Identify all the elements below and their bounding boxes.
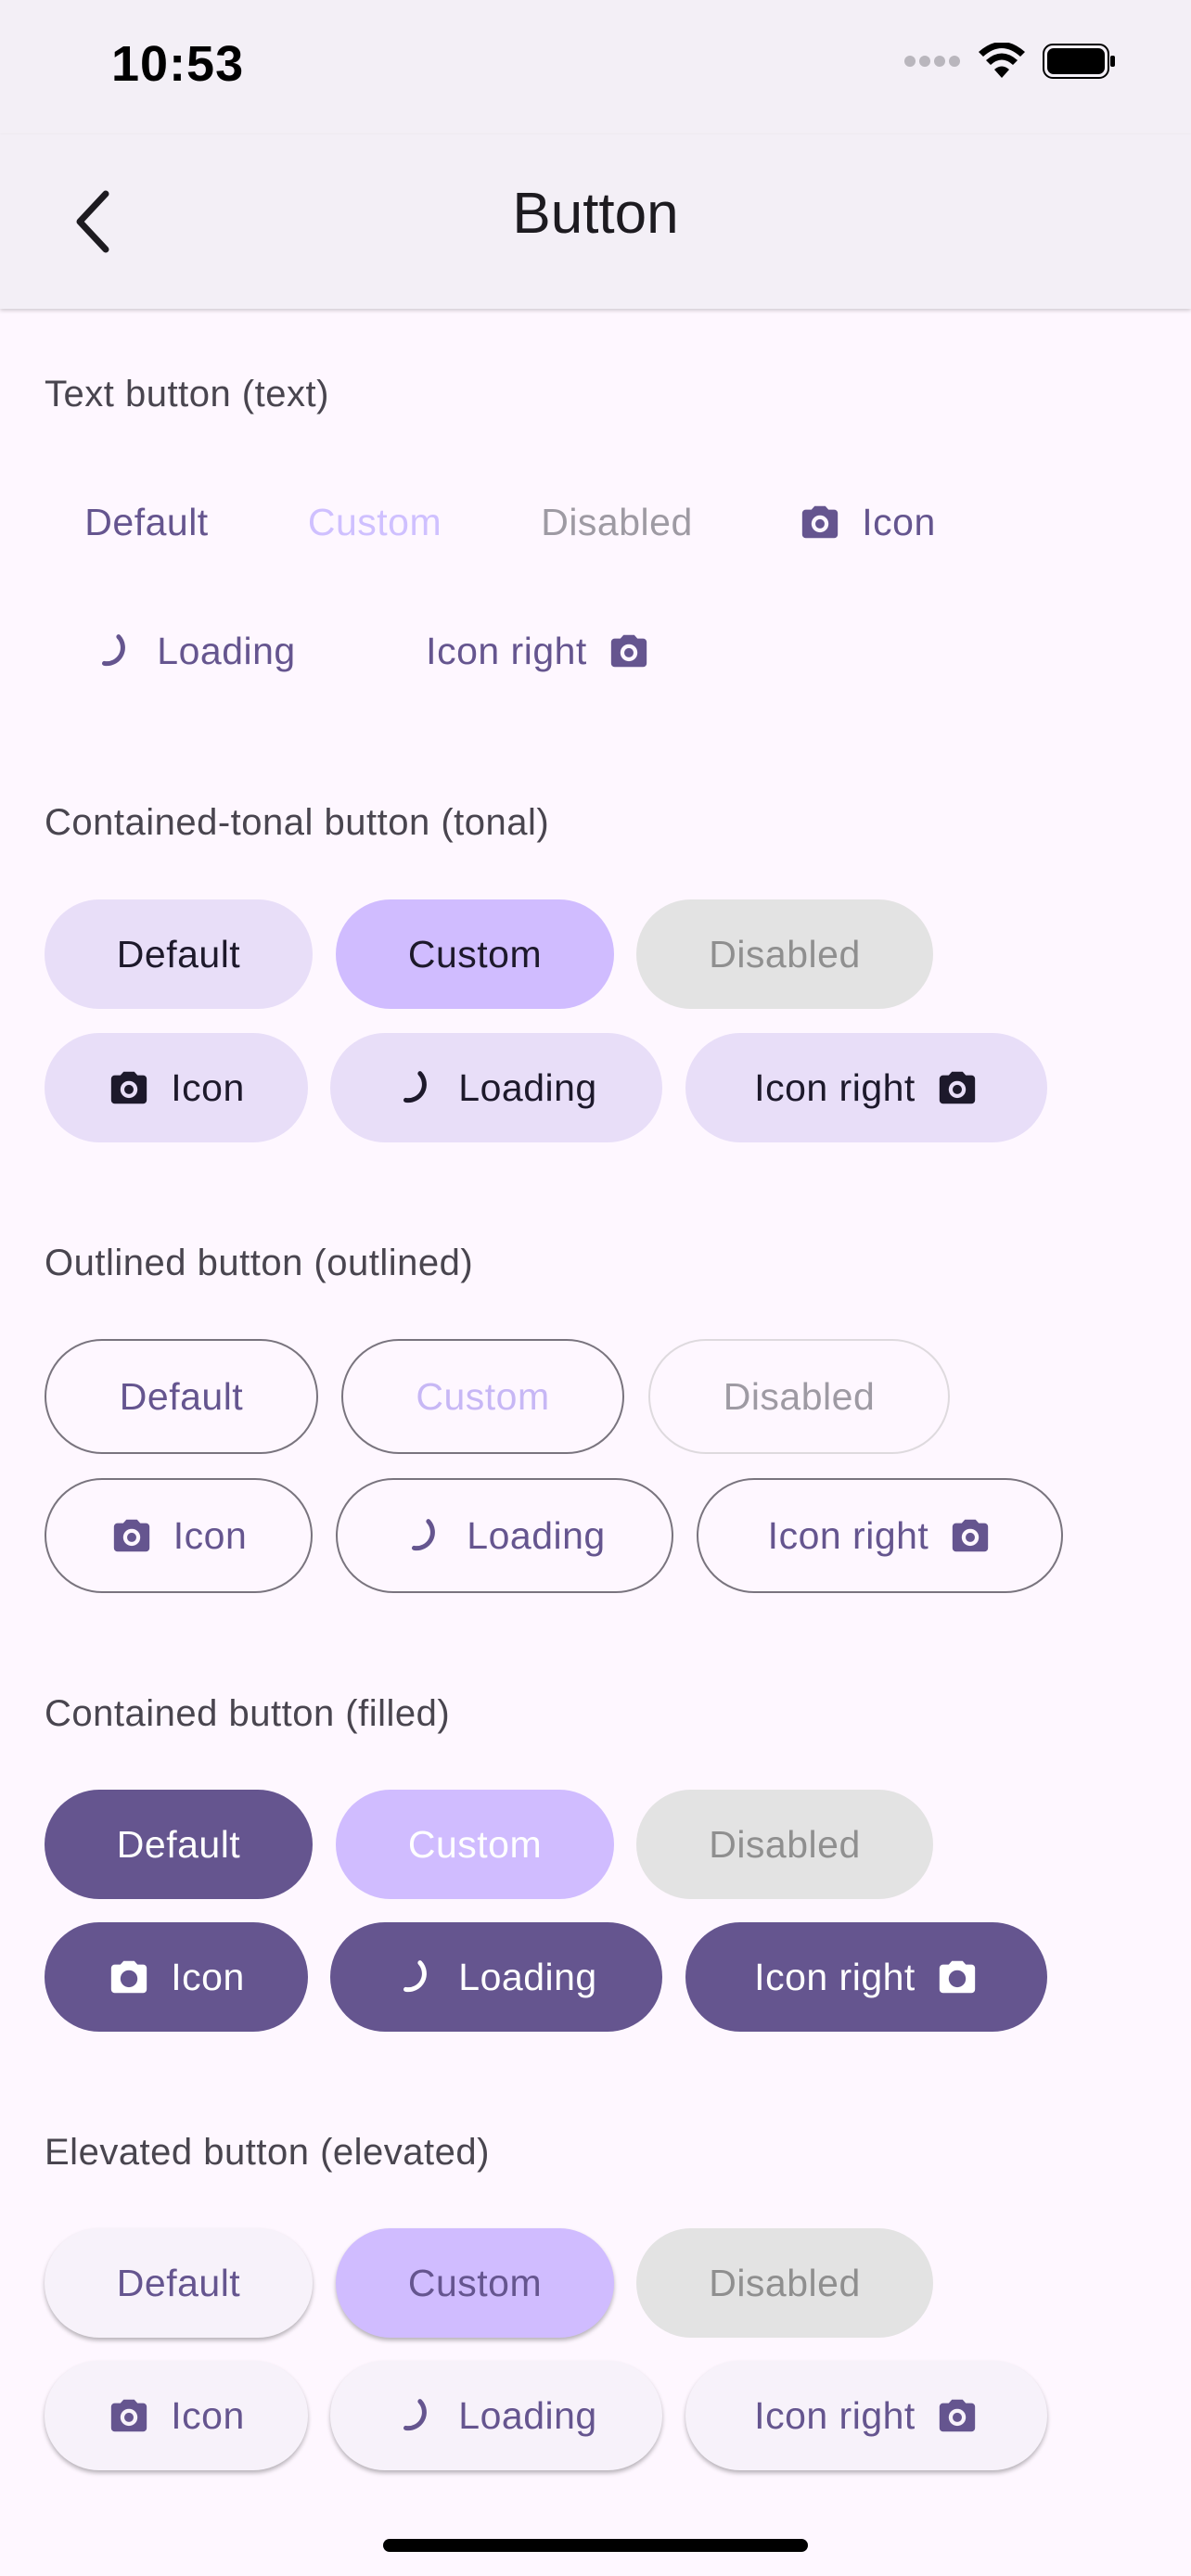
filled-loading-button[interactable]: Loading [330, 1922, 662, 2032]
filled-default-button[interactable]: Default [45, 1790, 313, 1899]
home-indicator[interactable] [383, 2539, 808, 2552]
outlined-icon-button[interactable]: Icon [45, 1478, 313, 1593]
button-label: Disabled [709, 932, 861, 976]
section-title-tonal: Contained-tonal button (tonal) [45, 802, 550, 843]
battery-icon [1043, 44, 1115, 79]
button-label: Default [119, 1374, 244, 1418]
button-label: Icon right [754, 1955, 916, 1998]
filled-custom-button[interactable]: Custom [336, 1790, 614, 1899]
button-label: Icon right [754, 2393, 916, 2437]
app-bar: Button [0, 134, 1191, 309]
text-loading-button[interactable]: Loading [65, 605, 325, 697]
text-default-button[interactable]: Default [45, 476, 249, 568]
button-label: Custom [407, 1822, 543, 1866]
camera-icon [111, 1071, 147, 1104]
status-bar: 10:53 [0, 0, 1191, 134]
button-label: Icon right [426, 629, 587, 672]
outlined-loading-button[interactable]: Loading [336, 1478, 673, 1593]
elevated-disabled-button[interactable]: Disabled [636, 2228, 933, 2338]
camera-icon [939, 1071, 975, 1104]
button-label: Disabled [541, 500, 693, 543]
text-icon-right-button[interactable]: Icon right [390, 605, 686, 697]
button-label: Icon [862, 500, 936, 543]
outlined-custom-button[interactable]: Custom [341, 1339, 624, 1454]
camera-icon [939, 2399, 975, 2432]
filled-disabled-button[interactable]: Disabled [636, 1790, 933, 1899]
elevated-loading-button[interactable]: Loading [330, 2361, 662, 2470]
cellular-signal-icon [904, 56, 960, 67]
button-label: Icon right [767, 1513, 929, 1557]
button-label: Loading [467, 1513, 606, 1557]
button-label: Loading [458, 2393, 597, 2437]
camera-icon [113, 1519, 149, 1552]
button-label: Icon right [754, 1065, 916, 1109]
button-label: Disabled [709, 1822, 861, 1866]
filled-icon-button[interactable]: Icon [45, 1922, 308, 2032]
section-title-outlined: Outlined button (outlined) [45, 1243, 474, 1283]
text-disabled-button[interactable]: Disabled [501, 476, 733, 568]
button-label: Custom [416, 1374, 550, 1418]
filled-icon-right-button[interactable]: Icon right [685, 1922, 1047, 2032]
button-label: Custom [407, 2261, 543, 2304]
button-label: Icon [171, 1955, 245, 1998]
text-icon-button[interactable]: Icon [770, 476, 965, 568]
button-label: Default [84, 500, 209, 543]
button-label: Default [116, 2261, 241, 2304]
tonal-icon-button[interactable]: Icon [45, 1033, 308, 1142]
outlined-default-button[interactable]: Default [45, 1339, 318, 1454]
button-label: Icon [173, 1513, 248, 1557]
button-label: Loading [157, 629, 296, 672]
elevated-custom-button[interactable]: Custom [336, 2228, 614, 2338]
camera-icon [953, 1519, 989, 1552]
tonal-default-button[interactable]: Default [45, 899, 313, 1009]
elevated-icon-right-button[interactable]: Icon right [685, 2361, 1047, 2470]
elevated-icon-button[interactable]: Icon [45, 2361, 308, 2470]
button-label: Default [116, 932, 241, 976]
loading-spinner-icon [102, 634, 126, 667]
loading-spinner-icon [412, 1519, 436, 1551]
page-title: Button [512, 182, 679, 246]
text-custom-button[interactable]: Custom [269, 476, 480, 568]
status-time: 10:53 [111, 36, 245, 92]
button-label: Disabled [709, 2261, 861, 2304]
status-icons [903, 43, 1117, 80]
section-title-text: Text button (text) [45, 374, 329, 414]
tonal-loading-button[interactable]: Loading [330, 1033, 662, 1142]
tonal-custom-button[interactable]: Custom [336, 899, 614, 1009]
button-label: Disabled [723, 1374, 876, 1418]
button-label: Custom [407, 932, 543, 976]
button-label: Icon [171, 1065, 245, 1109]
tonal-disabled-button[interactable]: Disabled [636, 899, 933, 1009]
loading-spinner-icon [403, 1071, 428, 1103]
button-label: Loading [458, 1065, 597, 1109]
button-label: Loading [458, 1955, 597, 1998]
camera-icon [111, 1960, 147, 1994]
loading-spinner-icon [403, 2399, 428, 2431]
button-label: Icon [171, 2393, 245, 2437]
elevated-default-button[interactable]: Default [45, 2228, 313, 2338]
outlined-disabled-button[interactable]: Disabled [648, 1339, 950, 1454]
tonal-icon-right-button[interactable]: Icon right [685, 1033, 1047, 1142]
loading-spinner-icon [403, 1960, 428, 1993]
camera-icon [610, 634, 647, 668]
camera-icon [939, 1960, 975, 1994]
button-label: Custom [307, 500, 442, 543]
camera-icon [111, 2399, 147, 2432]
button-label: Default [116, 1822, 241, 1866]
wifi-icon [979, 43, 1025, 78]
section-title-filled: Contained button (filled) [45, 1693, 451, 1734]
camera-icon [802, 505, 839, 539]
outlined-icon-right-button[interactable]: Icon right [697, 1478, 1063, 1593]
section-title-elevated: Elevated button (elevated) [45, 2132, 490, 2173]
